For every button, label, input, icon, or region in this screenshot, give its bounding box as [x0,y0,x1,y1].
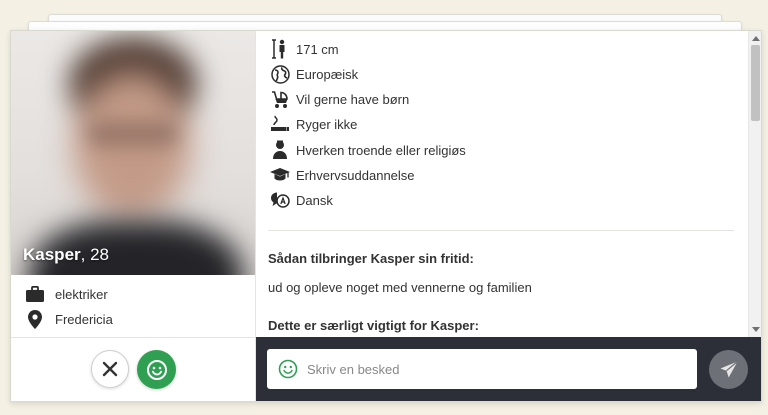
details-scroll-area[interactable]: 171 cm Europæisk Vil gerne have børn Ryg… [256,31,746,337]
stroller-icon [270,89,290,109]
attr-ethnicity-label: Europæisk [296,66,359,82]
scroll-up-arrow[interactable] [752,36,760,41]
question-important: Dette er særligt vigtigt for Kasper: [268,318,479,333]
scroll-thumb[interactable] [751,45,760,121]
attr-children: Vil gerne have børn [270,88,409,110]
like-button[interactable] [137,350,176,389]
close-icon [102,361,118,377]
profile-photo[interactable]: Kasper, 28 [11,31,255,275]
smiley-icon [146,359,167,380]
globe-icon [270,64,290,84]
attr-religion-label: Hverken troende eller religiøs [296,142,466,158]
profile-actions [11,337,255,401]
occupation-text: elektriker [55,286,108,302]
attr-education: Erhvervsuddannelse [270,164,415,186]
attr-children-label: Vil gerne have børn [296,91,410,107]
attr-smoking: Ryger ikke [270,113,357,135]
profile-card: Kasper, 28 elektriker Fredericia 171 cm … [10,30,762,402]
profile-age: , 28 [80,245,109,264]
profile-details: 171 cm Europæisk Vil gerne have børn Ryg… [255,31,761,401]
message-placeholder: Skriv en besked [307,361,400,377]
send-button[interactable] [709,350,748,389]
scroll-down-arrow[interactable] [752,327,760,332]
city-row: Fredericia [25,308,113,330]
smoking-icon [270,114,290,134]
question-free-time: Sådan tilbringer Kasper sin fritid: [268,251,474,266]
height-icon [270,39,290,59]
language-icon [270,190,290,210]
profile-left-column: Kasper, 28 elektriker Fredericia [11,31,255,401]
message-input[interactable]: Skriv en besked [267,349,697,389]
briefcase-icon [25,284,45,304]
attr-smoking-label: Ryger ikke [296,116,358,132]
photo-face [73,71,191,219]
photo-glasses [87,123,179,145]
city-text: Fredericia [55,311,113,327]
emoji-icon[interactable] [277,358,299,380]
attr-height: 171 cm [270,38,339,60]
send-icon [720,360,738,377]
section-divider [268,230,734,231]
message-composer: Skriv en besked [256,337,761,401]
occupation-row: elektriker [25,283,108,305]
graduation-cap-icon [270,165,290,185]
attr-height-label: 171 cm [296,41,339,57]
dislike-button[interactable] [91,350,129,388]
location-pin-icon [25,309,45,329]
attr-language-label: Dansk [296,192,333,208]
attr-ethnicity: Europæisk [270,63,358,85]
profile-name: Kasper [23,245,81,264]
details-scrollbar[interactable] [748,31,761,337]
attr-education-label: Erhvervsuddannelse [296,167,415,183]
attr-language: Dansk [270,189,333,211]
answer-free-time: ud og opleve noget med vennerne og famil… [268,280,532,295]
profile-name-age: Kasper, 28 [23,245,109,265]
religion-icon [270,140,290,160]
attr-religion: Hverken troende eller religiøs [270,139,466,161]
